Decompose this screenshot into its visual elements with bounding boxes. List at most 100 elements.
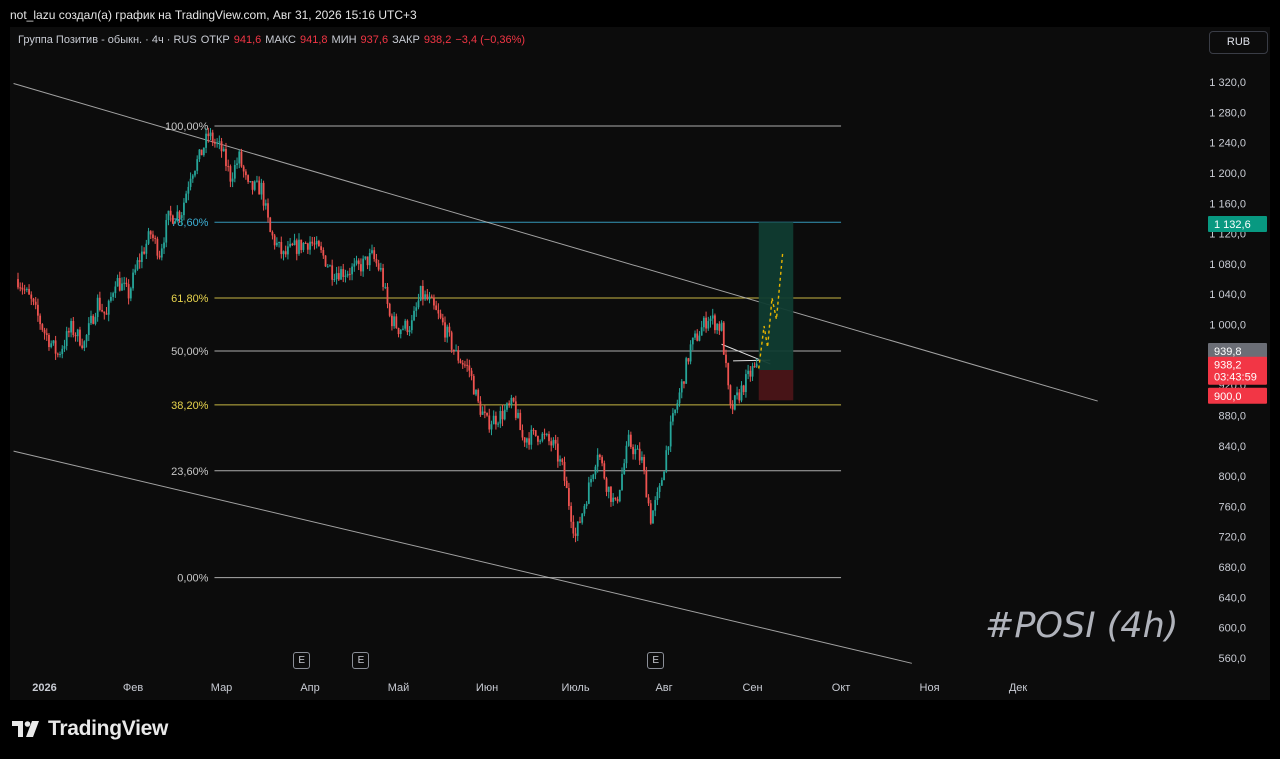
earnings-icon[interactable]: E	[352, 652, 370, 669]
candle-body	[253, 181, 256, 190]
candle-body	[247, 175, 249, 182]
candle-body	[636, 448, 639, 450]
candle-body	[585, 503, 588, 507]
candle-body	[90, 315, 92, 324]
candle-body	[545, 434, 548, 436]
candle-body	[594, 466, 597, 475]
candle-body	[733, 395, 736, 410]
candle-body	[689, 344, 692, 362]
candle-body	[565, 480, 568, 489]
candle-body	[568, 488, 570, 507]
currency-button[interactable]: RUB	[1209, 31, 1268, 54]
candle-body	[468, 365, 471, 371]
earnings-icon[interactable]: E	[647, 652, 665, 669]
candle-body	[326, 266, 329, 268]
candle-body	[143, 251, 146, 254]
candle-body	[98, 297, 101, 310]
candle-body	[45, 333, 48, 335]
candle-body	[424, 294, 426, 300]
candle-body	[278, 241, 280, 243]
candle-body	[309, 241, 311, 250]
candle-body	[618, 489, 621, 502]
candle-body	[344, 275, 347, 277]
candle-body	[576, 521, 579, 536]
candle-body	[207, 133, 210, 137]
candle-body	[408, 330, 411, 333]
candle-body	[397, 328, 400, 335]
candle-body	[216, 142, 219, 144]
candle-body	[196, 159, 199, 171]
candle-body	[386, 286, 389, 304]
candle-body	[242, 166, 245, 172]
candle-body	[598, 454, 601, 458]
legend-symbol[interactable]: Группа Позитив - обыкн. · 4ч · RUS	[18, 34, 197, 46]
candle-body	[110, 296, 112, 301]
price-tick-label: 1 320,0	[1209, 77, 1246, 89]
candle-body	[25, 288, 28, 290]
legend-change: −3,4 (−0,36%)	[455, 34, 526, 46]
legend-high-label: МАКС	[265, 34, 296, 46]
candle-body	[656, 491, 659, 501]
candle-body	[674, 409, 677, 414]
candle-body	[426, 294, 429, 300]
candle-body	[492, 415, 495, 425]
candle-body	[590, 478, 592, 483]
candle-body	[475, 389, 477, 395]
time-tick-label: Апр	[300, 682, 319, 694]
candle-body	[134, 269, 137, 273]
price-tick-label: 560,0	[1218, 653, 1246, 665]
candle-body	[94, 317, 97, 324]
candle-body	[19, 287, 22, 289]
candle-body	[459, 360, 462, 363]
time-tick-label: 2026	[32, 682, 56, 694]
candle-body	[72, 320, 75, 335]
tradingview-logo-text: TradingView	[48, 717, 169, 740]
candle-body	[421, 285, 424, 300]
candle-body	[136, 260, 139, 270]
time-tick-label: Дек	[1009, 682, 1028, 694]
candle-body	[145, 243, 148, 254]
candle-body	[30, 294, 33, 299]
trend-channel-lower[interactable]	[13, 450, 912, 664]
earnings-icon[interactable]: E	[293, 652, 311, 669]
candle-body	[220, 141, 223, 152]
candle-body	[625, 445, 628, 464]
candle-body	[21, 287, 24, 290]
candle-body	[121, 283, 123, 291]
price-tick-label: 1 080,0	[1209, 259, 1246, 271]
candle-body	[260, 182, 263, 195]
candle-body	[406, 320, 409, 333]
legend-low-label: МИН	[331, 34, 357, 46]
symbol-legend: Группа Позитив - обыкн. · 4ч · RUS ОТКР 9…	[18, 34, 525, 46]
candle-body	[382, 268, 384, 287]
candle-body	[534, 430, 537, 436]
candle-body	[233, 165, 236, 179]
position-target-zone[interactable]	[758, 222, 794, 370]
candle-body	[556, 443, 559, 462]
candle-body	[103, 311, 106, 314]
price-tick-label: 800,0	[1218, 471, 1246, 483]
candle-body	[649, 503, 652, 524]
position-stop-zone[interactable]	[758, 370, 794, 401]
candle-body	[709, 318, 712, 322]
candle-body	[218, 141, 221, 143]
candle-body	[541, 433, 544, 441]
candle-body	[331, 265, 334, 280]
tradingview-logo[interactable]: TradingView	[12, 717, 168, 741]
candle-body	[189, 178, 192, 187]
candle-body	[346, 273, 349, 276]
candle-body	[605, 478, 608, 492]
candle-body	[419, 285, 422, 301]
candle-body	[683, 381, 685, 384]
candle-body	[291, 243, 294, 246]
candle-body	[76, 329, 79, 337]
candle-body	[725, 354, 727, 364]
candle-body	[70, 320, 72, 333]
candle-body	[176, 211, 179, 222]
price-tag-label: 938,2	[1214, 360, 1242, 372]
candle-body	[410, 320, 413, 331]
candle-body	[211, 132, 214, 143]
candle-body	[116, 278, 119, 287]
candle-body	[132, 272, 134, 289]
candle-body	[306, 243, 309, 250]
